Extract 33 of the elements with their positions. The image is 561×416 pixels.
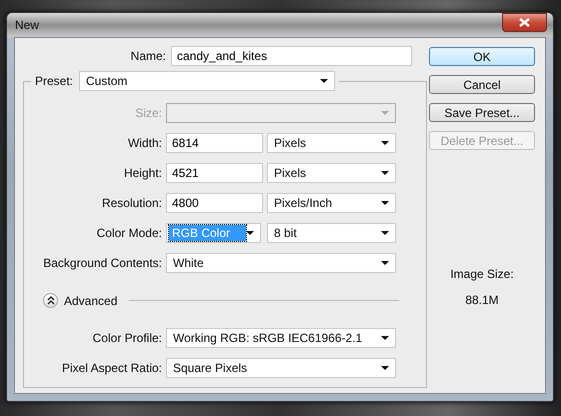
- field-label: Width:: [126, 136, 162, 150]
- close-icon: [519, 18, 530, 26]
- advanced-label: Advanced: [64, 294, 118, 308]
- number-field[interactable]: 4521: [166, 163, 263, 183]
- bit-depth-dropdown[interactable]: 8 bit: [267, 223, 396, 243]
- dropdown[interactable]: Square Pixels: [166, 358, 396, 378]
- field-label: Color Mode:: [96, 226, 162, 240]
- dialog-button[interactable]: Save Preset...: [429, 103, 535, 122]
- collapse-button[interactable]: [43, 293, 58, 308]
- field-label: Pixel Aspect Ratio:: [60, 361, 162, 375]
- image-size-label: Image Size:: [450, 267, 514, 281]
- preset-label: Preset:: [35, 74, 74, 88]
- dropdown[interactable]: Working RGB: sRGB IEC61966-2.1: [166, 328, 396, 348]
- dialog-button[interactable]: OK: [429, 47, 535, 66]
- field-label: Color Profile:: [92, 331, 162, 345]
- window-title: New: [15, 18, 40, 32]
- unit-dropdown[interactable]: Pixels: [267, 163, 396, 183]
- image-size-value: 88.1M: [465, 293, 499, 307]
- preset-dropdown[interactable]: Custom: [79, 71, 336, 91]
- unit-dropdown[interactable]: Pixels: [267, 133, 396, 153]
- name-field[interactable]: candy_and_kites: [171, 46, 412, 66]
- double-chevron-up-icon: [46, 296, 54, 305]
- close-button[interactable]: [502, 12, 547, 32]
- field-label: Size:: [134, 106, 162, 120]
- unit-dropdown[interactable]: Pixels/Inch: [267, 193, 396, 213]
- dropdown[interactable]: White: [166, 253, 396, 273]
- field-label: Resolution:: [100, 196, 162, 210]
- number-field[interactable]: 4800: [166, 193, 263, 213]
- number-field[interactable]: 6814: [166, 133, 263, 153]
- field-label: Background Contents:: [42, 256, 162, 270]
- name-label: Name:: [130, 49, 166, 63]
- field-label: Height:: [122, 166, 162, 180]
- dialog-button[interactable]: Cancel: [429, 75, 535, 94]
